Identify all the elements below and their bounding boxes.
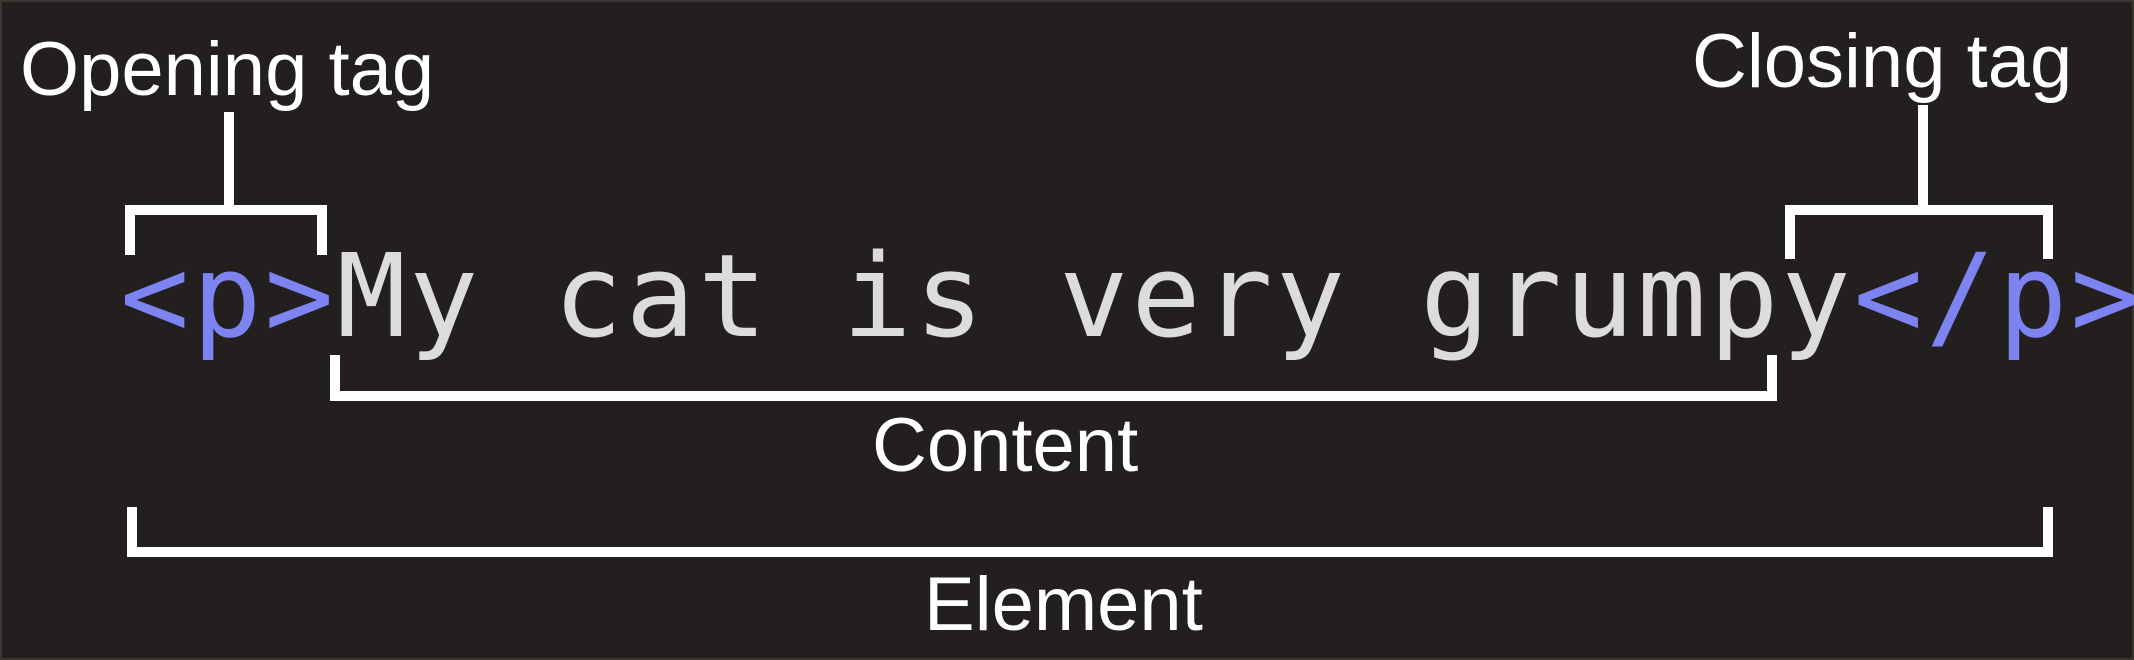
content-label: Content: [872, 403, 1139, 488]
element-bracket: [127, 507, 2053, 557]
element-label: Element: [924, 562, 1203, 647]
content-bracket: [330, 355, 1777, 401]
close-tag-text: </p>: [1853, 230, 2134, 364]
content-text: My cat is very grumpy: [336, 230, 1854, 364]
open-tag-text: <p>: [120, 230, 337, 364]
html-element-anatomy-diagram: Opening tag Closing tag <p>My cat is ver…: [0, 0, 2134, 660]
html-code-line: <p>My cat is very grumpy</p>: [120, 232, 2134, 362]
